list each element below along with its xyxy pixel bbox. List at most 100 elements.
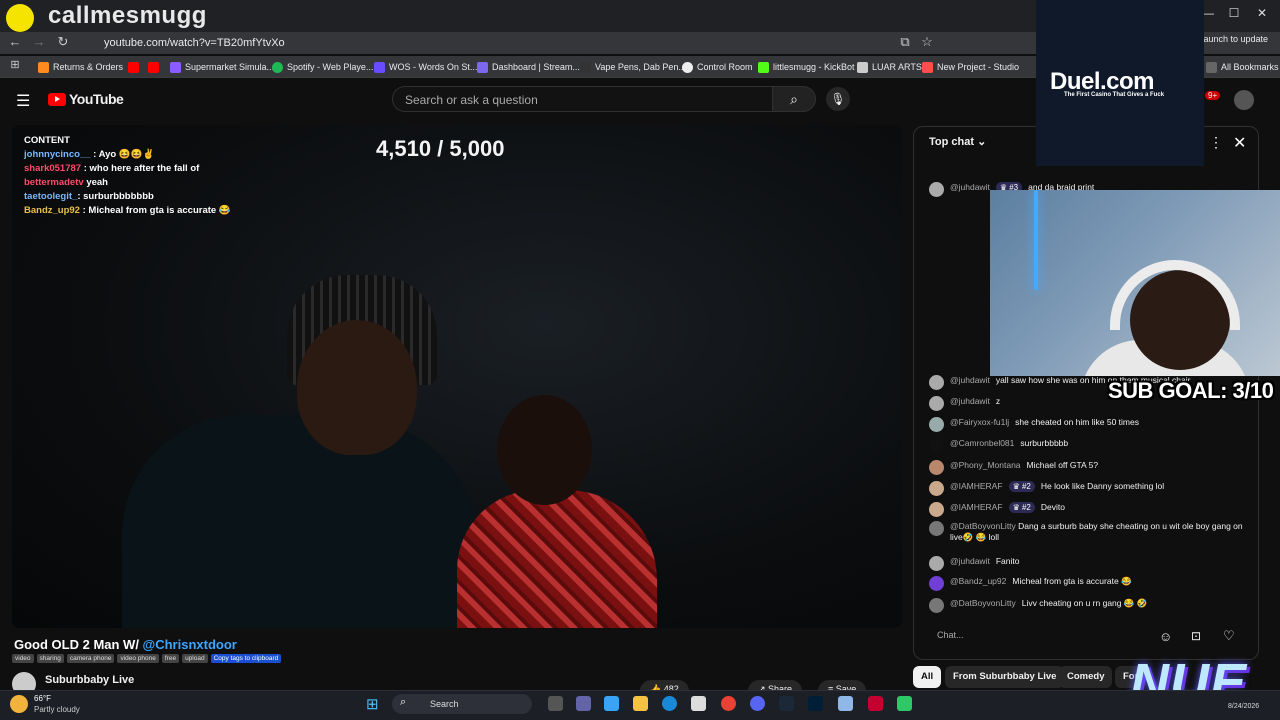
chip-comedy[interactable]: Comedy [1059,666,1113,688]
store-icon[interactable] [691,696,706,711]
chrome-icon[interactable] [721,696,736,711]
cast-icon[interactable]: ⧉ [896,34,914,52]
stream-chat-overlay: CONTENT johnnycinco__ : Ayo 😆😆✌ shark051… [24,120,244,218]
reload-icon[interactable]: ↻ [54,34,72,52]
notepad-icon[interactable] [838,696,853,711]
adobe-icon[interactable] [868,696,883,711]
chat-message: @Phony_Montana Michael off GTA 5? [929,460,1249,475]
headphones [1110,260,1240,330]
bookmark-vape[interactable]: Vape Pens, Dab Pen... [580,58,686,76]
menu-icon[interactable]: ☰ [16,91,30,111]
bookmark-all[interactable]: All Bookmarks [1206,58,1279,76]
back-icon[interactable]: ← [6,34,24,52]
maximize-icon[interactable]: ☐ [1224,6,1244,24]
account-avatar[interactable] [1234,90,1254,110]
chat-message: @Camronbel081 surburbbbbb [929,438,1249,453]
sub-goal-overlay: SUB GOAL: 3/10 [1108,378,1274,403]
photoshop-icon[interactable] [808,696,823,711]
tag[interactable]: video phone [117,654,159,663]
youtube-play-icon [48,92,66,106]
forward-icon[interactable]: → [30,34,48,52]
close-chat-icon[interactable]: ✕ [1233,133,1246,153]
avatar [929,438,944,453]
bookmark-youtube-2[interactable] [148,58,159,76]
app-icon[interactable] [897,696,912,711]
bookmark-supermarket[interactable]: Supermarket Simula... [170,58,274,76]
avatar [929,598,944,613]
bookmark-luar[interactable]: LUAR ARTS [857,58,922,76]
search-icon: ⌕ [400,696,407,708]
youtube-logo[interactable]: YouTube [48,91,124,107]
url-field[interactable]: youtube.com/watch?v=TB20mfYtvXo [88,33,888,53]
chat-message: @juhdawit Fanito [929,556,1249,571]
bookmark-wos[interactable]: WOS - Words On St... [374,58,477,76]
top-chat-dropdown[interactable]: Top chat ⌄ [929,135,986,148]
goal-counter: 4,510 / 5,000 [376,136,505,161]
bookmark-studio[interactable]: New Project - Studio [922,58,1019,76]
tag[interactable]: camera phone [66,654,115,663]
apps-grid-icon[interactable]: ⊞ [6,58,24,76]
search-icon[interactable]: ⌕ [772,86,816,112]
weather-condition[interactable]: Partly cloudy [34,705,80,714]
chip-from-channel[interactable]: From Suburbbaby Live [945,666,1065,688]
task-view-icon[interactable] [548,696,563,711]
close-window-icon[interactable]: ✕ [1252,6,1272,24]
chat-message: @Bandz_up92 Micheal from gta is accurate … [929,576,1249,591]
super-chat-icon[interactable]: ⊡ [1191,629,1201,643]
tag-list: video sharing camera phone video phone f… [12,654,282,663]
stream-chat-line: shark051787 : who here after the fall of [24,163,200,174]
chat-message: @DatBoyvonLitty Dang a surburb baby she … [929,521,1249,543]
webcam-overlay [990,190,1280,376]
bookmark-dashboard[interactable]: Dashboard | Stream... [477,58,580,76]
taskbar-search[interactable]: Search [392,694,532,714]
bookmark-youtube[interactable] [128,58,139,76]
tag[interactable]: free [161,654,180,663]
avatar [929,502,944,517]
copilot-icon[interactable] [604,696,619,711]
chevron-down-icon: ⌄ [977,136,987,148]
sponsor-subtitle: The First Casino That Gives a Fuck [1064,92,1165,98]
windows-start-icon[interactable]: ⊞ [366,695,379,713]
bookmark-star-icon[interactable]: ☆ [918,34,936,52]
steam-icon[interactable] [779,696,794,711]
copy-tags-button[interactable]: Copy tags to clipboard [210,654,282,663]
tag[interactable]: video [12,654,34,663]
bookmark-spotify[interactable]: Spotify - Web Playe... [272,58,373,76]
microphone-icon[interactable]: 🎙 [826,87,850,111]
person-left-body [122,415,482,628]
avatar [929,481,944,496]
bookmark-returns[interactable]: Returns & Orders [38,58,123,76]
weather-temp[interactable]: 66°F [34,694,51,703]
chat-input[interactable]: Chat... [929,626,1159,646]
avatar [929,521,944,536]
person-right-head [497,395,592,505]
taskbar-date[interactable]: 8/24/2026 [1228,703,1259,710]
file-explorer-icon[interactable] [633,696,648,711]
tag[interactable]: sharing [36,654,64,663]
edge-icon[interactable] [662,696,677,711]
stream-chat-line: bettermadetv yeah [24,177,108,188]
avatar [929,375,944,390]
bookmark-kickbot[interactable]: littlesmugg - KickBot [758,58,855,76]
teams-icon[interactable] [576,696,591,711]
more-options-icon[interactable]: ⋮ [1209,134,1223,151]
stream-chat-line: johnnycinco__ : Ayo 😆😆✌ [24,149,155,160]
stream-chat-line [24,120,244,134]
emoji-icon[interactable]: ☺ [1159,629,1172,644]
avatar [929,417,944,432]
person-right-jacket [457,490,657,628]
tag[interactable]: upload [182,654,208,663]
discord-icon[interactable] [750,696,765,711]
chip-all[interactable]: All [913,666,942,688]
avatar [929,460,944,475]
bookmark-control-room[interactable]: Control Room [682,58,753,76]
chat-message: @IAMHERAF ♛ #2 He look like Danny somethin… [929,481,1249,496]
heart-icon[interactable]: ♡ [1223,628,1235,644]
person-left-head [297,320,417,455]
notification-count[interactable]: 9+ [1205,91,1221,100]
channel-name[interactable]: Suburbbaby Live [45,674,134,686]
search-input[interactable]: Search or ask a question [392,86,772,112]
stream-chat-line: taetoolegit_: surburbbbbbbb [24,191,154,202]
streamer-name-overlay: callmesmugg [48,2,207,29]
led-light [1034,190,1038,290]
